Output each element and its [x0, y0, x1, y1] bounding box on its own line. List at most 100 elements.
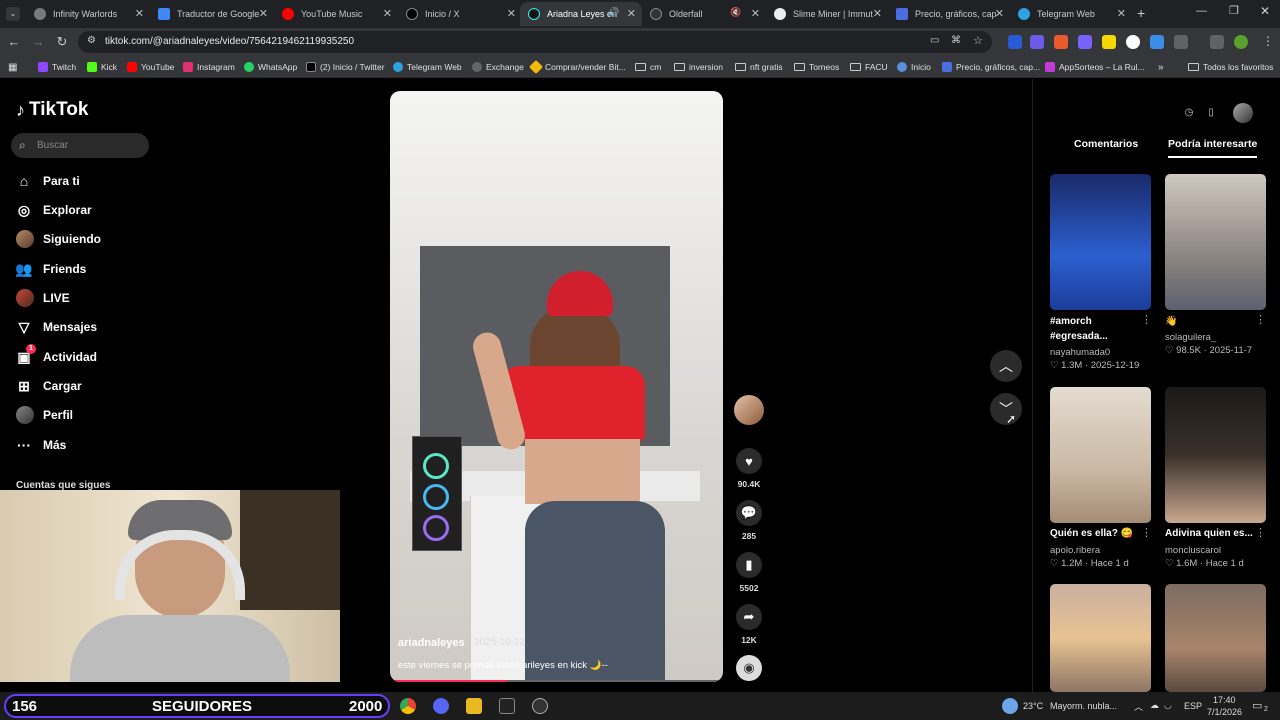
nav-explorar[interactable]: ◎ Explorar	[16, 200, 92, 220]
muted-icon[interactable]: 🔇	[730, 7, 741, 18]
bookmarks-overflow-icon[interactable]: »	[1158, 60, 1164, 74]
weather-temp[interactable]: 23°C	[1023, 701, 1043, 711]
tab-comentarios[interactable]: Comentarios	[1074, 138, 1138, 150]
browser-tab[interactable]: Telegram Web ✕	[1010, 2, 1132, 26]
bookmark-binance[interactable]: Comprar/vender Bit...	[528, 59, 626, 75]
bookmark-appsorteos[interactable]: AppSorteos – La Rul...	[1045, 60, 1145, 74]
comment-button[interactable]: 💬 285	[736, 500, 762, 541]
apps-grid-icon[interactable]: ▦	[8, 60, 17, 74]
install-app-icon[interactable]: ▭	[930, 35, 939, 46]
extension-icon[interactable]	[1102, 35, 1116, 49]
app-taskbar-icon[interactable]	[433, 698, 449, 714]
like-button[interactable]: ♥ 90.4K	[736, 448, 762, 489]
close-tab-icon[interactable]: ✕	[995, 7, 1004, 20]
creator-avatar[interactable]	[734, 395, 764, 425]
nav-mas[interactable]: ··· Más	[16, 435, 66, 455]
video-progress-bar[interactable]	[390, 680, 723, 682]
bookmark-exchange[interactable]: Exchange	[472, 60, 524, 74]
close-tab-icon[interactable]: ✕	[507, 7, 516, 20]
video-card-title-line2[interactable]: #egresada...	[1050, 331, 1108, 342]
video-card-title[interactable]: Adivina quien es...	[1165, 528, 1253, 539]
card-more-icon[interactable]: ⋮	[1141, 313, 1152, 326]
wifi-icon[interactable]: ◡	[1164, 700, 1172, 711]
address-bar[interactable]: ⚙ tiktok.com/@ariadnaleyes/video/7564219…	[78, 31, 992, 53]
browser-tab[interactable]: Traductor de Google ✕	[150, 2, 274, 26]
minimize-window-button[interactable]: —	[1196, 5, 1207, 17]
video-card-author[interactable]: nayahumada0	[1050, 347, 1110, 358]
browser-tab[interactable]: YouTube Music ✕	[274, 2, 398, 26]
close-tab-icon[interactable]: ✕	[259, 7, 268, 20]
close-tab-icon[interactable]: ✕	[627, 7, 636, 20]
weather-icon[interactable]	[1002, 698, 1018, 714]
profile-avatar[interactable]	[1234, 35, 1248, 49]
tab-podria-interesarte[interactable]: Podría interesarte	[1168, 138, 1258, 158]
close-tab-icon[interactable]: ✕	[1117, 7, 1126, 20]
bookmark-kick[interactable]: Kick	[87, 60, 117, 74]
card-more-icon[interactable]: ⋮	[1255, 313, 1266, 326]
video-player[interactable]: ariadnaleyes 2025-10-22 este viernes se …	[390, 91, 723, 682]
clock-time[interactable]: 17:40	[1213, 695, 1236, 705]
device-icon[interactable]: ▯	[1202, 103, 1220, 121]
extension-icon[interactable]	[1078, 35, 1092, 49]
nav-perfil[interactable]: Perfil	[16, 405, 73, 425]
tray-overflow-icon[interactable]: ︿	[1134, 700, 1143, 713]
bookmark-youtube[interactable]: YouTube	[127, 60, 174, 74]
video-card-author[interactable]: moncluscarol	[1165, 545, 1221, 556]
browser-tab[interactable]: Precio, gráficos, cap ✕	[888, 2, 1010, 26]
bookmark-telegram[interactable]: Telegram Web	[393, 60, 462, 74]
browser-tab-active[interactable]: Ariadna Leyes en 🔊 ✕	[520, 2, 642, 26]
search-input[interactable]: ⌕ Buscar	[11, 133, 149, 158]
url-text[interactable]: tiktok.com/@ariadnaleyes/video/756421946…	[105, 36, 354, 47]
bookmark-whatsapp[interactable]: WhatsApp	[244, 60, 297, 74]
video-card-thumbnail[interactable]	[1165, 387, 1266, 523]
translate-icon[interactable]: ⌘	[951, 35, 961, 46]
bookmark-instagram[interactable]: Instagram	[183, 60, 235, 74]
close-tab-icon[interactable]: ✕	[751, 7, 760, 20]
save-button[interactable]: ▮ 5502	[736, 552, 762, 593]
share-button[interactable]: ➦ 12K	[736, 604, 762, 645]
nav-live[interactable]: LIVE	[16, 288, 70, 308]
extensions-puzzle-icon[interactable]	[1174, 35, 1188, 49]
video-author[interactable]: ariadnaleyes	[398, 637, 465, 649]
video-card-author[interactable]: apolo.ribera	[1050, 545, 1100, 556]
bookmark-inicio[interactable]: Inicio	[897, 60, 931, 74]
previous-video-button[interactable]: ︿	[990, 350, 1022, 382]
all-favorites-folder[interactable]: Todos los favoritos	[1188, 60, 1273, 74]
site-info-icon[interactable]: ⚙	[87, 35, 96, 46]
chrome-menu-icon[interactable]: ⋮	[1262, 34, 1274, 48]
nav-para-ti[interactable]: ⌂ Para ti	[16, 171, 80, 191]
close-window-button[interactable]: ✕	[1260, 4, 1270, 18]
autoscroll-icon[interactable]: ◷	[1180, 103, 1198, 121]
extension-icon[interactable]	[1150, 35, 1164, 49]
sound-disc[interactable]: ◉	[736, 655, 762, 681]
nav-actividad[interactable]: ▣ 1 Actividad	[16, 344, 97, 367]
close-tab-icon[interactable]: ✕	[383, 7, 392, 20]
bookmark-folder-nft[interactable]: nft gratis	[735, 60, 783, 74]
bookmark-folder-torneos[interactable]: Torneos	[794, 60, 839, 74]
nav-siguiendo[interactable]: Siguiendo	[16, 229, 101, 249]
new-tab-button[interactable]: +	[1137, 5, 1145, 21]
extension-icon[interactable]	[1008, 35, 1022, 49]
obs-taskbar-icon[interactable]	[532, 698, 548, 714]
media-controls-icon[interactable]	[1210, 35, 1224, 49]
nav-mensajes[interactable]: ▽ Mensajes	[16, 317, 97, 337]
app-taskbar-icon[interactable]	[466, 698, 482, 714]
browser-tab[interactable]: Inicio / X ✕	[398, 2, 522, 26]
nav-friends[interactable]: 👥 Friends	[15, 259, 86, 279]
close-tab-icon[interactable]: ✕	[873, 7, 882, 20]
video-card-title[interactable]: #amorch	[1050, 316, 1092, 327]
video-card-title[interactable]: 👋	[1165, 316, 1177, 327]
extension-icon[interactable]	[1054, 35, 1068, 49]
reload-button[interactable]: ↻	[54, 34, 70, 50]
maximize-window-button[interactable]: ❐	[1229, 4, 1239, 17]
video-card-thumbnail[interactable]	[1165, 174, 1266, 310]
network-icon[interactable]: ☁	[1150, 700, 1159, 711]
card-more-icon[interactable]: ⋮	[1141, 526, 1152, 539]
audio-playing-icon[interactable]: 🔊	[608, 7, 619, 18]
back-button[interactable]: ←	[6, 34, 22, 50]
bookmark-star-icon[interactable]: ☆	[973, 34, 983, 47]
tiktok-logo[interactable]: ♪ TikTok	[16, 99, 88, 121]
language-indicator[interactable]: ESP	[1184, 701, 1202, 711]
epic-games-taskbar-icon[interactable]	[499, 698, 515, 714]
notification-center-icon[interactable]: ▭	[1252, 699, 1262, 712]
